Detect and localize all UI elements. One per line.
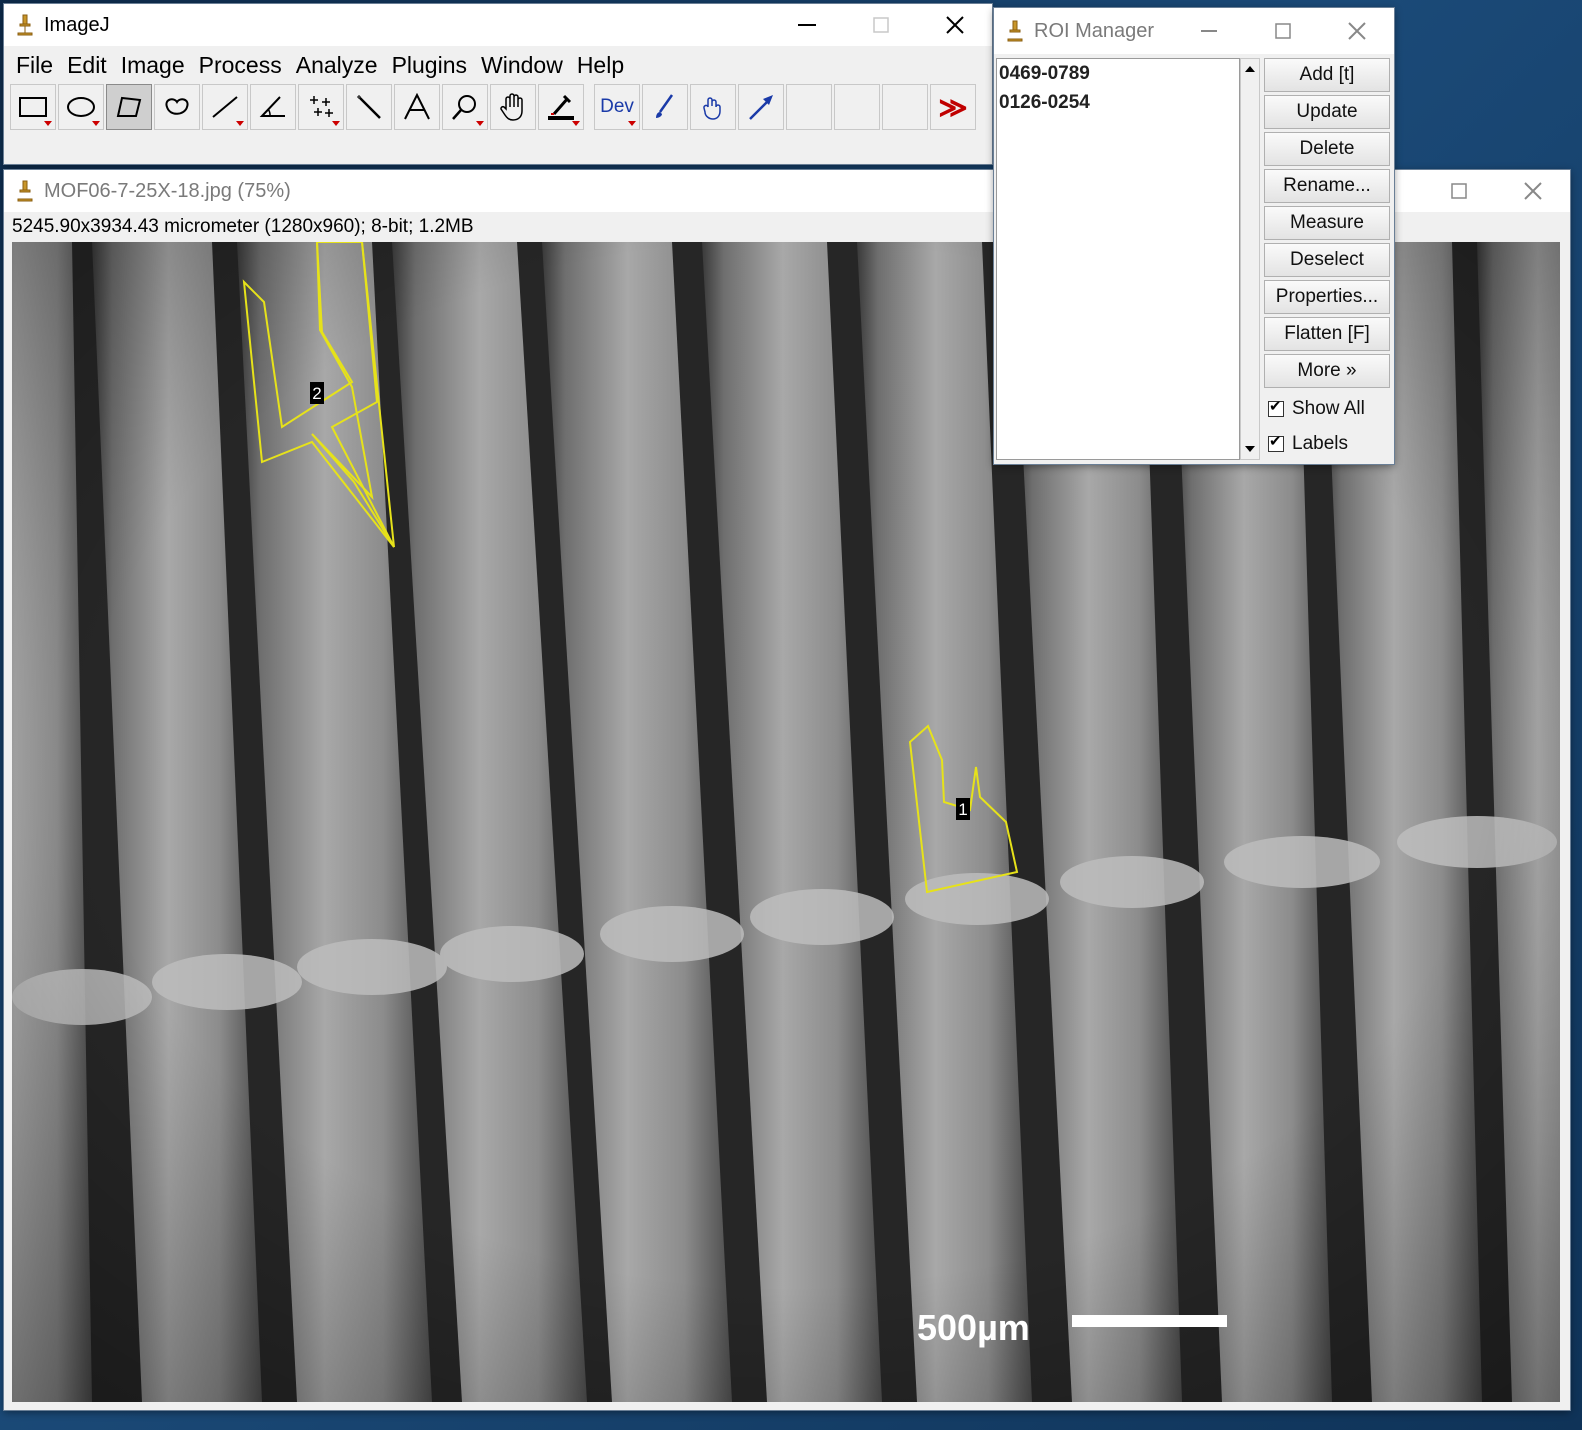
polygon-icon [116,96,142,117]
window-title: ImageJ [44,13,110,36]
menu-plugins[interactable]: Plugins [392,52,467,79]
checkbox-checked-icon [1268,397,1284,417]
measure-button[interactable]: Measure [1264,206,1390,240]
magnifier-tool[interactable] [442,84,488,130]
more-tools-button[interactable]: ≫ [930,84,976,130]
angle-tool[interactable] [250,84,296,130]
close-button[interactable] [1496,170,1570,212]
flatten-button[interactable]: Flatten [F] [1264,317,1390,351]
brush-icon [656,94,674,118]
hand-icon [500,93,523,121]
rectangle-icon [19,97,47,117]
minimize-button[interactable] [770,4,844,46]
scroll-tool[interactable] [490,84,536,130]
svg-text:2: 2 [312,384,321,403]
labels-label: Labels [1292,432,1348,454]
labels-checkbox[interactable]: Labels [1264,426,1392,461]
menu-image[interactable]: Image [121,52,185,79]
multipoint-icon [310,96,333,117]
microscope-icon [1007,20,1023,42]
roi-button-panel: Add [t] Update Delete Rename... Measure … [1264,58,1392,461]
show-all-checkbox[interactable]: Show All [1264,391,1392,426]
image-info: 5245.90x3934.43 micrometer (1280x960); 8… [12,216,474,237]
more-button[interactable]: More » [1264,354,1390,388]
line-icon [212,96,238,118]
roi-list-item[interactable]: 0126-0254 [997,88,1239,117]
imagej-window: ImageJ File Edit Image Process Analyze P… [4,4,992,164]
imagej-titlebar[interactable]: ImageJ [4,4,992,46]
magnifier-icon [452,95,476,120]
show-all-label: Show All [1292,397,1365,419]
roi-1-label: 1 [956,798,970,820]
image-title: MOF06-7-25X-18.jpg (75%) [44,179,291,202]
deselect-button[interactable]: Deselect [1264,243,1390,277]
roi-manager-window: ROI Manager 0469-0789 0126-0254 Add [t] … [994,8,1394,464]
maximize-button[interactable] [844,4,918,46]
line-tool[interactable] [202,84,248,130]
roi-2-label: 2 [310,382,324,404]
scale-bar-label: 500µm [917,1307,1030,1348]
brush-tool[interactable] [642,84,688,130]
multipoint-tool[interactable] [298,84,344,130]
text-tool[interactable] [394,84,440,130]
empty-tool-slot[interactable] [834,84,880,130]
angle-icon [259,96,285,117]
arrow-icon [749,95,773,120]
add-button[interactable]: Add [t] [1264,58,1390,92]
rename-button[interactable]: Rename... [1264,169,1390,203]
close-button[interactable] [1320,8,1394,54]
roi-list[interactable]: 0469-0789 0126-0254 [996,58,1240,460]
text-icon [404,93,430,120]
microscope-icon [17,180,33,202]
svg-text:1: 1 [958,800,967,819]
close-button[interactable] [918,4,992,46]
menu-file[interactable]: File [16,52,53,79]
menu-process[interactable]: Process [199,52,282,79]
freehand-tool[interactable] [154,84,200,130]
double-chevron-icon: ≫ [938,91,968,123]
menu-help[interactable]: Help [577,52,624,79]
dev-label: Dev [600,96,634,117]
empty-tool-slot[interactable] [882,84,928,130]
delete-button[interactable]: Delete [1264,132,1390,166]
wand-icon [357,95,381,119]
color-picker-tool[interactable] [538,84,584,130]
minimize-button[interactable] [1172,8,1246,54]
pointing-hand-icon [703,97,721,120]
update-button[interactable]: Update [1264,95,1390,129]
menu-window[interactable]: Window [481,52,563,79]
roi-scrollbar[interactable] [1240,58,1260,460]
checkbox-checked-icon [1268,432,1284,452]
maximize-button[interactable] [1246,8,1320,54]
arrow-tool[interactable] [738,84,784,130]
dropper-icon [548,94,574,120]
roi-title: ROI Manager [1034,19,1155,42]
wand-tool[interactable] [346,84,392,130]
roi-titlebar[interactable]: ROI Manager [994,8,1394,54]
rectangle-tool[interactable] [10,84,56,130]
oval-icon [67,97,95,117]
freehand-icon [165,98,189,115]
polygon-tool[interactable] [106,84,152,130]
menu-analyze[interactable]: Analyze [296,52,378,79]
oval-tool[interactable] [58,84,104,130]
hand-tool[interactable] [690,84,736,130]
menu-bar: File Edit Image Process Analyze Plugins … [4,46,992,84]
scroll-up-icon[interactable] [1241,61,1259,77]
scroll-down-icon[interactable] [1241,441,1259,457]
maximize-button[interactable] [1422,170,1496,212]
empty-tool-slot[interactable] [786,84,832,130]
tool-bar: Dev ≫ [10,84,978,134]
microscope-icon [17,14,33,36]
properties-button[interactable]: Properties... [1264,280,1390,314]
dev-tool[interactable]: Dev [594,84,640,130]
menu-edit[interactable]: Edit [67,52,107,79]
roi-list-item[interactable]: 0469-0789 [997,59,1239,88]
